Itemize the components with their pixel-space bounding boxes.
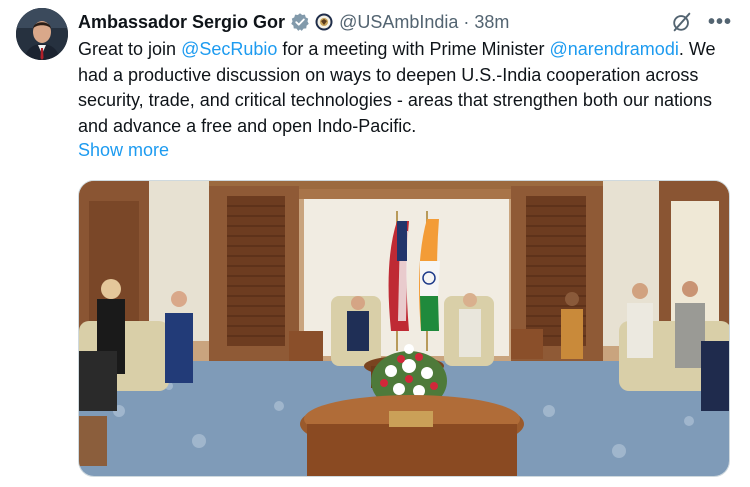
tweet-text-part: Great to join (78, 39, 182, 59)
show-more-link[interactable]: Show more (78, 140, 169, 161)
mention-link[interactable]: @SecRubio (181, 39, 277, 59)
state-department-seal-icon[interactable] (315, 13, 333, 31)
tweet-photo[interactable] (78, 180, 730, 477)
tweet-text: Great to join @SecRubio for a meeting wi… (78, 37, 738, 139)
separator-dot: · (463, 11, 470, 32)
avatar[interactable] (16, 8, 68, 60)
tweet-text-part: for a meeting with Prime Minister (277, 39, 550, 59)
more-icon[interactable]: ••• (708, 10, 732, 34)
timestamp[interactable]: 38m (474, 12, 509, 33)
tweet[interactable]: Ambassador Sergio Gor @USAmbIndia · 38m (0, 0, 750, 487)
verified-badge-icon[interactable] (290, 12, 310, 32)
author-handle[interactable]: @USAmbIndia (339, 12, 458, 33)
header-actions: ••• (670, 10, 732, 34)
mention-link[interactable]: @narendramodi (549, 39, 678, 59)
tweet-header: Ambassador Sergio Gor @USAmbIndia · 38m (78, 10, 734, 34)
grok-icon[interactable] (670, 10, 694, 34)
author-name[interactable]: Ambassador Sergio Gor (78, 12, 285, 33)
